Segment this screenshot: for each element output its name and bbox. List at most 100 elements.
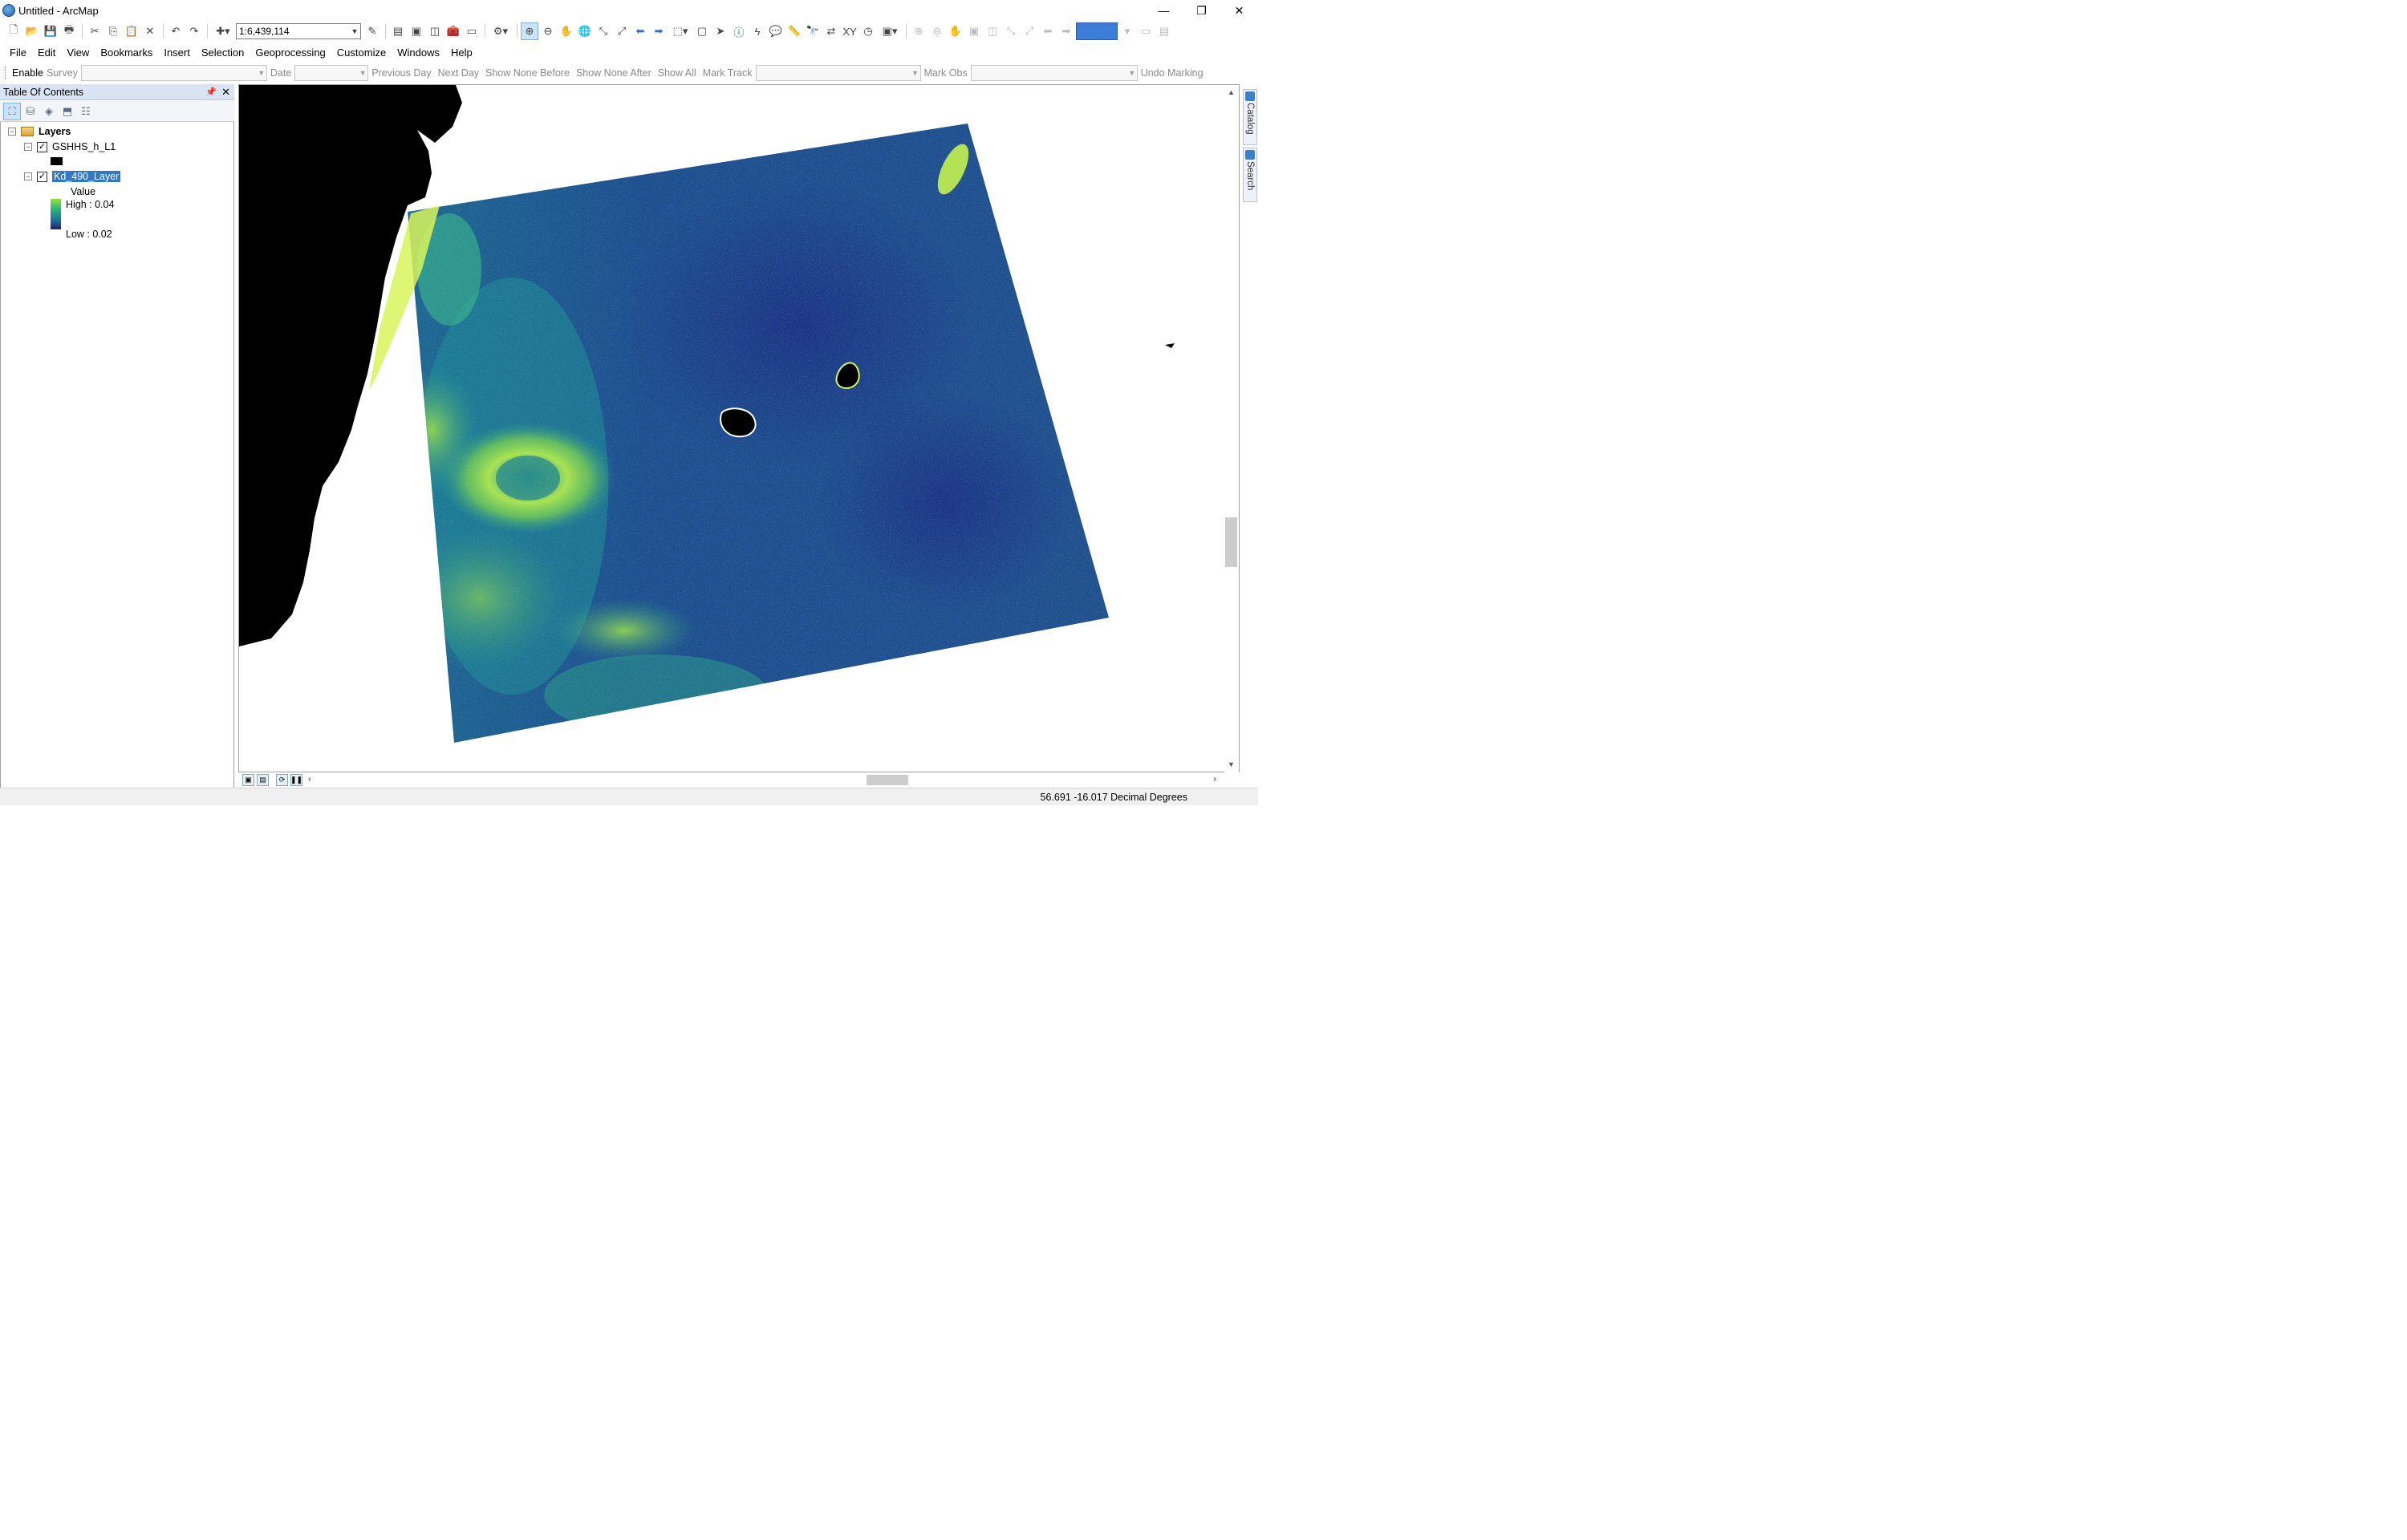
new-document-icon[interactable]: 🗋: [5, 22, 22, 40]
search-tab[interactable]: Search: [1243, 148, 1257, 202]
enable-button[interactable]: Enable: [12, 67, 43, 79]
fixed-zoom-in-icon[interactable]: ⤡: [595, 22, 612, 40]
map-display[interactable]: [238, 84, 1240, 772]
forward-extent-icon[interactable]: ➡: [650, 22, 668, 40]
pin-icon[interactable]: 📌: [205, 87, 217, 97]
list-by-visibility-icon[interactable]: ◈: [40, 103, 58, 120]
list-by-selection-icon[interactable]: ⬒: [59, 103, 76, 120]
select-elements-icon[interactable]: ➤: [712, 22, 729, 40]
collapse-icon[interactable]: −: [24, 172, 32, 180]
menu-view[interactable]: View: [61, 47, 95, 59]
show-none-after-button[interactable]: Show None After: [576, 67, 651, 79]
menu-help[interactable]: Help: [445, 47, 478, 59]
map-horizontal-scrollbar[interactable]: ‹ ›: [308, 773, 1223, 785]
zoom-out-icon[interactable]: ⊖: [539, 22, 557, 40]
data-view-button[interactable]: ▣: [242, 773, 254, 786]
undo-icon[interactable]: ↶: [167, 22, 185, 40]
menu-edit[interactable]: Edit: [32, 47, 61, 59]
delete-icon[interactable]: ✕: [141, 22, 159, 40]
paste-icon[interactable]: 📋: [123, 22, 140, 40]
scroll-up-icon[interactable]: ▲: [1228, 88, 1235, 96]
layers-root[interactable]: − Layers: [8, 124, 71, 139]
mark-obs-combo[interactable]: ▼: [970, 65, 1138, 81]
model-builder-icon[interactable]: ⚙▾: [489, 22, 513, 40]
scroll-left-icon[interactable]: ‹: [308, 773, 311, 784]
map-vertical-scrollbar[interactable]: ▲ ▼: [1224, 87, 1239, 772]
python-window-icon[interactable]: ▭: [463, 22, 481, 40]
toolbar-grip[interactable]: [5, 67, 7, 79]
menu-selection[interactable]: Selection: [196, 47, 250, 59]
open-icon[interactable]: 📂: [23, 22, 41, 40]
layout-view-button[interactable]: ▤: [257, 773, 269, 786]
find-icon[interactable]: 🔭: [804, 22, 822, 40]
catalog-tab[interactable]: Catalog: [1243, 89, 1257, 145]
pan-icon[interactable]: ✋: [558, 22, 575, 40]
add-data-icon[interactable]: ✚▾: [211, 22, 235, 40]
create-viewer-icon[interactable]: ▣▾: [878, 22, 902, 40]
zoom-in-icon[interactable]: ⊕: [521, 22, 538, 40]
close-icon[interactable]: ✕: [221, 86, 230, 99]
catalog-icon[interactable]: ▣: [408, 22, 425, 40]
previous-day-button[interactable]: Previous Day: [371, 67, 431, 79]
show-none-before-button[interactable]: Show None Before: [485, 67, 570, 79]
layer-gshhs[interactable]: − ✓ GSHHS_h_L1: [24, 140, 116, 154]
collapse-icon[interactable]: −: [24, 143, 32, 151]
minimize-button[interactable]: —: [1145, 0, 1183, 21]
layer-name[interactable]: Kd_490_Layer: [52, 171, 121, 182]
layer-kd490[interactable]: − ✓ Kd_490_Layer: [24, 169, 121, 184]
table-of-contents-icon[interactable]: ▤: [389, 22, 407, 40]
menu-insert[interactable]: Insert: [158, 47, 196, 59]
scroll-down-icon[interactable]: ▼: [1228, 760, 1235, 768]
next-day-button[interactable]: Next Day: [438, 67, 479, 79]
scrollbar-thumb[interactable]: [867, 775, 908, 785]
pause-drawing-icon[interactable]: ❚❚: [290, 773, 302, 786]
select-features-icon[interactable]: ⬚▾: [668, 22, 692, 40]
editor-toolbar-icon[interactable]: ✎: [363, 22, 381, 40]
show-all-button[interactable]: Show All: [658, 67, 696, 79]
map-canvas[interactable]: [239, 85, 1240, 772]
time-slider-icon[interactable]: ◷: [859, 22, 877, 40]
list-by-drawing-order-icon[interactable]: ⛶: [3, 102, 21, 120]
find-route-icon[interactable]: ⇄: [822, 22, 840, 40]
menu-bookmarks[interactable]: Bookmarks: [95, 47, 158, 59]
date-combo[interactable]: ▼: [294, 65, 369, 81]
mark-track-combo[interactable]: ▼: [755, 65, 921, 81]
map-scale-combo[interactable]: 1:6,439,114 ▼: [236, 23, 361, 39]
gshhs-symbol-swatch[interactable]: [51, 157, 63, 165]
scrollbar-thumb[interactable]: [1225, 517, 1237, 567]
search-window-icon[interactable]: ◫: [426, 22, 444, 40]
scroll-right-icon[interactable]: ›: [1213, 773, 1216, 784]
collapse-icon[interactable]: −: [8, 128, 16, 136]
measure-icon[interactable]: 📏: [785, 22, 803, 40]
layer-visibility-checkbox[interactable]: ✓: [37, 141, 47, 152]
print-icon[interactable]: 🖶: [60, 22, 78, 40]
fixed-zoom-out-icon[interactable]: ⤢: [613, 22, 631, 40]
refresh-icon[interactable]: ⟳: [276, 773, 288, 786]
restore-button[interactable]: ❐: [1183, 0, 1220, 21]
menu-geoprocessing[interactable]: Geoprocessing: [250, 47, 331, 59]
full-extent-icon[interactable]: 🌐: [576, 22, 594, 40]
undo-marking-button[interactable]: Undo Marking: [1141, 67, 1204, 79]
copy-icon[interactable]: ⎘: [104, 22, 122, 40]
layer-visibility-checkbox[interactable]: ✓: [37, 171, 47, 182]
island-reunion[interactable]: [720, 407, 757, 438]
color-ramp-swatch[interactable]: [51, 199, 61, 229]
close-button[interactable]: ✕: [1220, 0, 1258, 21]
layer-name[interactable]: GSHHS_h_L1: [52, 141, 116, 152]
clear-selection-icon[interactable]: ▢: [693, 22, 711, 40]
list-by-source-icon[interactable]: ⛁: [22, 103, 39, 120]
cut-icon[interactable]: ✂: [86, 22, 104, 40]
identify-icon[interactable]: ⓘ: [730, 22, 748, 40]
back-extent-icon[interactable]: ⬅: [631, 22, 649, 40]
arctoolbox-icon[interactable]: 🧰: [444, 22, 462, 40]
go-to-xy-icon[interactable]: XY: [841, 22, 858, 40]
html-popup-icon[interactable]: 💬: [767, 22, 785, 40]
options-icon[interactable]: ☷: [77, 103, 95, 120]
island-rodrigues[interactable]: [1165, 343, 1175, 348]
redo-icon[interactable]: ↷: [185, 22, 203, 40]
menu-windows[interactable]: Windows: [392, 47, 445, 59]
survey-combo[interactable]: ▼: [80, 65, 267, 81]
save-icon[interactable]: 💾: [42, 22, 59, 40]
menu-file[interactable]: File: [4, 47, 32, 59]
hyperlink-icon[interactable]: ϟ: [749, 22, 766, 40]
